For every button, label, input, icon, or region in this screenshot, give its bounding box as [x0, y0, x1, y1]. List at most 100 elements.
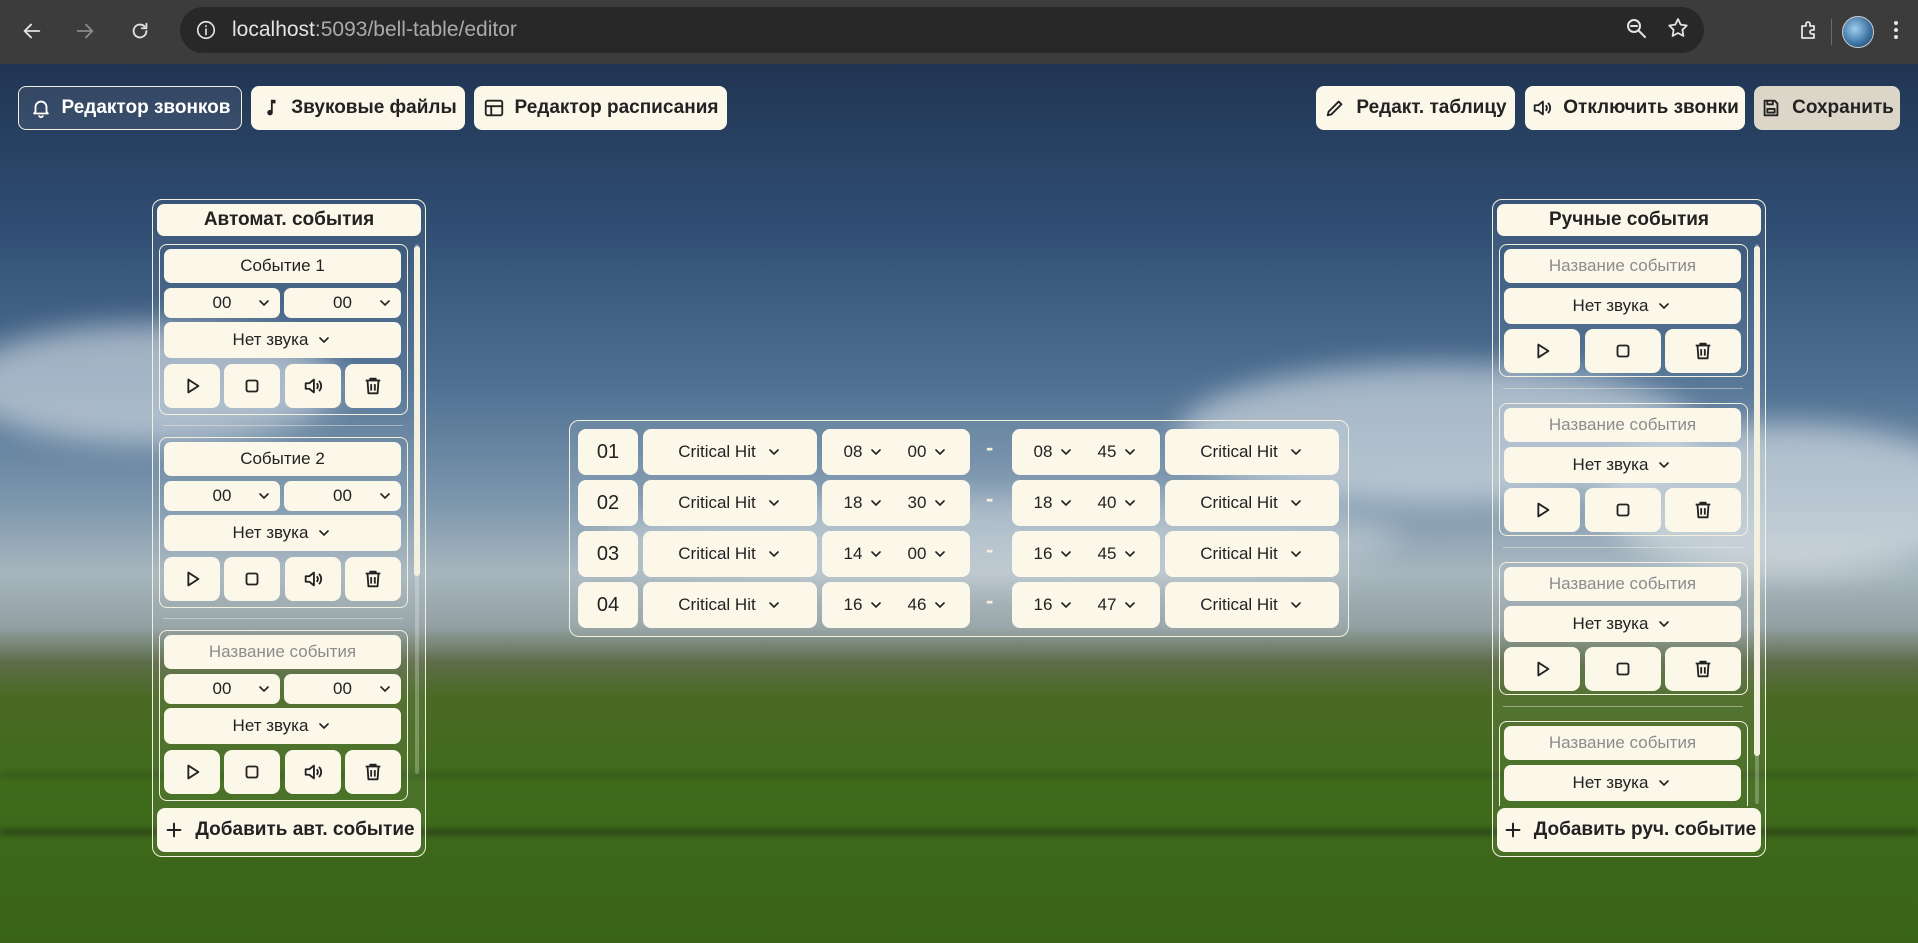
- time-separator: -: [986, 435, 994, 460]
- forward-icon[interactable]: [63, 9, 107, 53]
- play-button[interactable]: [1504, 329, 1580, 373]
- auto-events-title: Автомат. события: [157, 204, 421, 236]
- stop-button[interactable]: [1585, 488, 1661, 532]
- play-button[interactable]: [164, 557, 220, 601]
- event-name-input[interactable]: Название события: [1504, 249, 1741, 283]
- stop-button[interactable]: [1585, 329, 1661, 373]
- end-sound-select[interactable]: Critical Hit: [1165, 582, 1339, 628]
- end-hour-select[interactable]: 16: [1034, 544, 1075, 564]
- event-sound-select[interactable]: Нет звука: [164, 515, 401, 551]
- event-sound-select[interactable]: Нет звука: [164, 322, 401, 358]
- address-bar[interactable]: localhost:5093/bell-table/editor: [180, 7, 1704, 53]
- play-button[interactable]: [164, 364, 220, 408]
- add-auto-event-button[interactable]: Добавить авт. событие: [157, 808, 421, 852]
- event-name-input[interactable]: Название события: [1504, 567, 1741, 601]
- end-hour-select[interactable]: 18: [1034, 493, 1075, 513]
- add-manual-event-button[interactable]: Добавить руч. событие: [1497, 808, 1761, 852]
- start-sound-select[interactable]: Critical Hit: [643, 429, 817, 475]
- stop-icon: [1616, 503, 1630, 517]
- event-sound-value: Нет звука: [1572, 614, 1649, 633]
- start-hour-select[interactable]: 18: [844, 493, 885, 513]
- disable-bells-button[interactable]: Отключить звонки: [1525, 86, 1745, 130]
- delete-button[interactable]: [345, 557, 401, 601]
- save-button[interactable]: Сохранить: [1754, 86, 1900, 130]
- chevron-down-icon: [259, 493, 269, 500]
- stop-button[interactable]: [224, 557, 280, 601]
- event-sound-select[interactable]: Нет звука: [1504, 288, 1741, 324]
- site-info-icon[interactable]: [180, 7, 232, 53]
- sound-toggle-button[interactable]: [285, 557, 341, 601]
- delete-button[interactable]: [1665, 647, 1741, 691]
- end-minute-select[interactable]: 45: [1098, 442, 1139, 462]
- end-sound-select[interactable]: Critical Hit: [1165, 429, 1339, 475]
- end-minute-select[interactable]: 40: [1098, 493, 1139, 513]
- event-minute-value: 00: [333, 293, 352, 312]
- chevron-down-icon: [319, 530, 330, 537]
- event-hour-select[interactable]: 00: [164, 674, 280, 704]
- start-minute-select[interactable]: 46: [908, 595, 949, 615]
- event-hour-select[interactable]: 00: [164, 481, 280, 511]
- sound-files-tab[interactable]: Звуковые файлы: [251, 86, 465, 130]
- start-hour-select[interactable]: 16: [844, 595, 885, 615]
- end-hour-select[interactable]: 16: [1034, 595, 1075, 615]
- start-minute-select[interactable]: 00: [908, 442, 949, 462]
- play-button[interactable]: [1504, 647, 1580, 691]
- play-icon: [187, 378, 200, 394]
- play-button[interactable]: [1504, 488, 1580, 532]
- event-hour-value: 00: [212, 293, 232, 312]
- event-name-input[interactable]: Название события: [164, 635, 401, 669]
- sound-toggle-button[interactable]: [285, 364, 341, 408]
- manual-events-scrollbar[interactable]: [1754, 246, 1760, 756]
- start-hour-select[interactable]: 14: [844, 544, 885, 564]
- event-sound-select[interactable]: Нет звука: [1504, 606, 1741, 642]
- event-minute-select[interactable]: 00: [284, 481, 401, 511]
- delete-button[interactable]: [1665, 488, 1741, 532]
- stop-button[interactable]: [224, 750, 280, 794]
- profile-avatar[interactable]: [1842, 16, 1874, 48]
- back-icon[interactable]: [10, 9, 54, 53]
- event-sound-select[interactable]: Нет звука: [1504, 765, 1741, 801]
- start-time-group: 18 30: [822, 480, 970, 526]
- stop-button[interactable]: [1585, 647, 1661, 691]
- event-sound-select[interactable]: Нет звука: [164, 708, 401, 744]
- edit-table-button[interactable]: Редакт. таблицу: [1316, 86, 1515, 130]
- url-text: localhost:5093/bell-table/editor: [232, 18, 517, 41]
- event-name-input[interactable]: Название события: [1504, 726, 1741, 760]
- event-name-input[interactable]: Событие 2: [164, 442, 401, 476]
- bell-editor-tab[interactable]: Редактор звонков: [18, 86, 242, 130]
- start-minute-select[interactable]: 30: [908, 493, 949, 513]
- start-sound-select[interactable]: Critical Hit: [643, 531, 817, 577]
- reload-icon[interactable]: [118, 9, 162, 53]
- sound-toggle-button[interactable]: [285, 750, 341, 794]
- schedule-editor-tab[interactable]: Редактор расписания: [474, 86, 727, 130]
- end-hour-select[interactable]: 08: [1034, 442, 1075, 462]
- start-sound-select[interactable]: Critical Hit: [643, 582, 817, 628]
- event-hour-select[interactable]: 00: [164, 288, 280, 318]
- play-button[interactable]: [164, 750, 220, 794]
- event-minute-select[interactable]: 00: [284, 674, 401, 704]
- start-minute-select[interactable]: 00: [908, 544, 949, 564]
- end-minute-select[interactable]: 45: [1098, 544, 1139, 564]
- auto-events-scrollbar[interactable]: [414, 246, 420, 576]
- end-sound-select[interactable]: Critical Hit: [1165, 531, 1339, 577]
- extensions-icon[interactable]: [1797, 18, 1821, 47]
- delete-button[interactable]: [1665, 329, 1741, 373]
- manual-event-card: Название события Нет звука: [1499, 244, 1748, 377]
- start-hour-select[interactable]: 08: [844, 442, 885, 462]
- start-hour-value: 18: [843, 493, 863, 512]
- delete-button[interactable]: [345, 750, 401, 794]
- stop-button[interactable]: [224, 364, 280, 408]
- end-time-group: 08 45: [1012, 429, 1160, 475]
- start-sound-select[interactable]: Critical Hit: [643, 480, 817, 526]
- menu-kebab-icon[interactable]: [1884, 18, 1908, 47]
- event-name-input[interactable]: Название события: [1504, 408, 1741, 442]
- event-name-input[interactable]: Событие 1: [164, 249, 401, 283]
- delete-button[interactable]: [345, 364, 401, 408]
- zoom-icon[interactable]: [1624, 16, 1648, 45]
- bookmark-star-icon[interactable]: [1666, 16, 1690, 45]
- end-sound-select[interactable]: Critical Hit: [1165, 480, 1339, 526]
- end-minute-select[interactable]: 47: [1098, 595, 1139, 615]
- chevron-down-icon: [1061, 551, 1072, 558]
- event-minute-select[interactable]: 00: [284, 288, 401, 318]
- event-sound-select[interactable]: Нет звука: [1504, 447, 1741, 483]
